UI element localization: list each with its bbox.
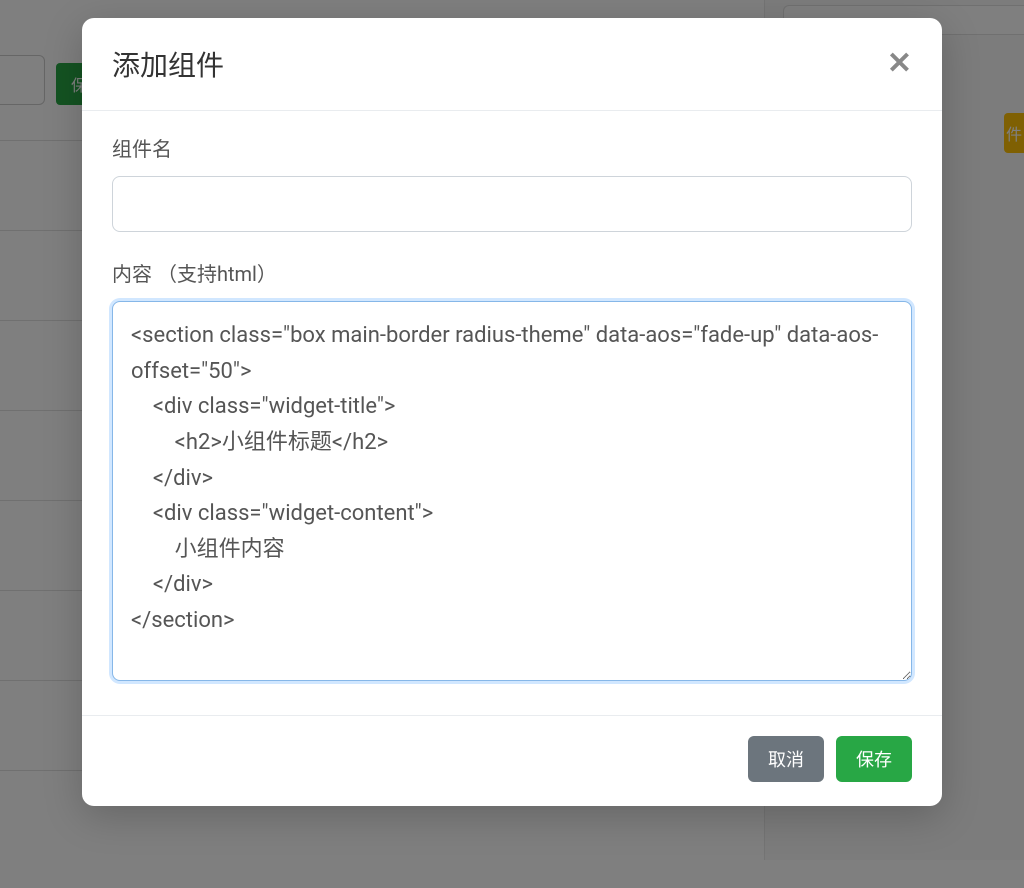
modal-title: 添加组件 bbox=[112, 44, 224, 84]
modal-overlay[interactable]: 添加组件 ✕ 组件名 内容 （支持html） 取消 保存 bbox=[0, 0, 1024, 888]
cancel-button[interactable]: 取消 bbox=[748, 736, 824, 782]
component-name-label: 组件名 bbox=[112, 133, 912, 162]
modal-header: 添加组件 ✕ bbox=[82, 18, 942, 111]
component-name-group: 组件名 bbox=[112, 133, 912, 232]
modal-body: 组件名 内容 （支持html） bbox=[82, 111, 942, 715]
save-button[interactable]: 保存 bbox=[836, 736, 912, 782]
content-group: 内容 （支持html） bbox=[112, 258, 912, 685]
content-textarea[interactable] bbox=[112, 301, 912, 681]
content-label: 内容 （支持html） bbox=[112, 258, 912, 287]
modal-footer: 取消 保存 bbox=[82, 715, 942, 806]
component-name-input[interactable] bbox=[112, 176, 912, 232]
add-component-modal: 添加组件 ✕ 组件名 内容 （支持html） 取消 保存 bbox=[82, 18, 942, 806]
close-icon[interactable]: ✕ bbox=[887, 49, 912, 79]
